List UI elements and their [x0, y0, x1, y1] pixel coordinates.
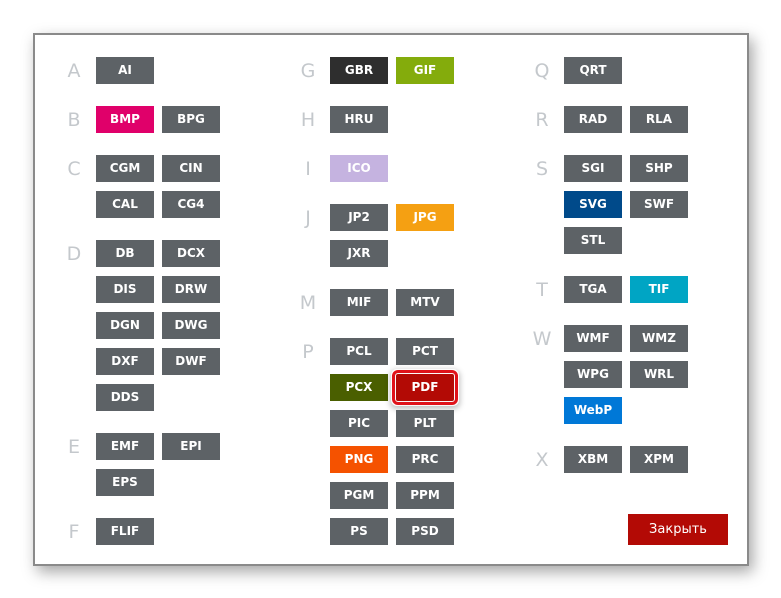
format-button-dwf[interactable]: DWF [162, 348, 220, 375]
format-button-db[interactable]: DB [96, 240, 154, 267]
format-button-wrl[interactable]: WRL [630, 361, 688, 388]
format-button-jpg[interactable]: JPG [396, 204, 454, 231]
format-button-rla[interactable]: RLA [630, 106, 688, 133]
format-button-png[interactable]: PNG [330, 446, 388, 473]
format-picker-dialog: Закрыть A AI B BMP BPG C CGM CIN CAL CG4 D DB DCX DIS… [33, 33, 749, 566]
group-letter-j: J [305, 207, 311, 229]
format-button-flif[interactable]: FLIF [96, 518, 154, 545]
format-button-tga[interactable]: TGA [564, 276, 622, 303]
format-button-dgn[interactable]: DGN [96, 312, 154, 339]
format-button-psd[interactable]: PSD [396, 518, 454, 545]
format-button-epi[interactable]: EPI [162, 433, 220, 460]
group-letter-w: W [532, 328, 552, 350]
format-button-wmz[interactable]: WMZ [630, 325, 688, 352]
format-button-cal[interactable]: CAL [96, 191, 154, 218]
format-button-qrt[interactable]: QRT [564, 57, 622, 84]
format-button-pcl[interactable]: PCL [330, 338, 388, 365]
format-button-shp[interactable]: SHP [630, 155, 688, 182]
format-button-dwg[interactable]: DWG [162, 312, 220, 339]
format-button-bpg[interactable]: BPG [162, 106, 220, 133]
format-button-pdf[interactable]: PDF [392, 370, 458, 405]
group-letter-p: P [302, 341, 314, 363]
format-button-webp[interactable]: WebP [564, 397, 622, 424]
format-button-ppm[interactable]: PPM [396, 482, 454, 509]
format-button-cin[interactable]: CIN [162, 155, 220, 182]
format-button-xbm[interactable]: XBM [564, 446, 622, 473]
format-button-hru[interactable]: HRU [330, 106, 388, 133]
format-button-svg[interactable]: SVG [564, 191, 622, 218]
format-button-bmp[interactable]: BMP [96, 106, 154, 133]
group-letter-f: F [68, 521, 80, 543]
group-letter-s: S [535, 158, 549, 180]
format-button-prc[interactable]: PRC [396, 446, 454, 473]
format-button-stl[interactable]: STL [564, 227, 622, 254]
format-button-ai[interactable]: AI [96, 57, 154, 84]
format-button-mif[interactable]: MIF [330, 289, 388, 316]
close-button[interactable]: Закрыть [628, 514, 728, 545]
format-button-wpg[interactable]: WPG [564, 361, 622, 388]
group-letter-b: B [67, 109, 81, 131]
format-button-dxf[interactable]: DXF [96, 348, 154, 375]
format-button-gif[interactable]: GIF [396, 57, 454, 84]
group-letter-q: Q [534, 60, 550, 82]
group-letter-i: I [305, 158, 311, 180]
format-button-ps[interactable]: PS [330, 518, 388, 545]
format-button-pgm[interactable]: PGM [330, 482, 388, 509]
format-button-emf[interactable]: EMF [96, 433, 154, 460]
format-button-tif[interactable]: TIF [630, 276, 688, 303]
format-button-rad[interactable]: RAD [564, 106, 622, 133]
format-button-dcx[interactable]: DCX [162, 240, 220, 267]
format-button-sgi[interactable]: SGI [564, 155, 622, 182]
format-button-dis[interactable]: DIS [96, 276, 154, 303]
format-button-xpm[interactable]: XPM [630, 446, 688, 473]
group-letter-e: E [67, 436, 80, 458]
format-button-dds[interactable]: DDS [96, 384, 154, 411]
format-button-mtv[interactable]: MTV [396, 289, 454, 316]
group-letter-x: X [535, 449, 549, 471]
group-letter-a: A [67, 60, 81, 82]
format-button-pcx[interactable]: PCX [330, 374, 388, 401]
format-button-cg4[interactable]: CG4 [162, 191, 220, 218]
group-letter-t: T [536, 279, 548, 301]
group-letter-d: D [66, 243, 82, 265]
format-button-eps[interactable]: EPS [96, 469, 154, 496]
group-letter-r: R [535, 109, 549, 131]
group-letter-m: M [299, 292, 317, 314]
format-button-ico[interactable]: ICO [330, 155, 388, 182]
format-button-jxr[interactable]: JXR [330, 240, 388, 267]
format-button-jp2[interactable]: JP2 [330, 204, 388, 231]
group-letter-c: C [67, 158, 81, 180]
format-button-gbr[interactable]: GBR [330, 57, 388, 84]
group-letter-g: G [300, 60, 316, 82]
group-letter-h: H [300, 109, 316, 131]
format-button-drw[interactable]: DRW [162, 276, 220, 303]
format-button-plt[interactable]: PLT [396, 410, 454, 437]
format-button-wmf[interactable]: WMF [564, 325, 622, 352]
format-button-pct[interactable]: PCT [396, 338, 454, 365]
format-button-swf[interactable]: SWF [630, 191, 688, 218]
format-button-pic[interactable]: PIC [330, 410, 388, 437]
format-button-cgm[interactable]: CGM [96, 155, 154, 182]
